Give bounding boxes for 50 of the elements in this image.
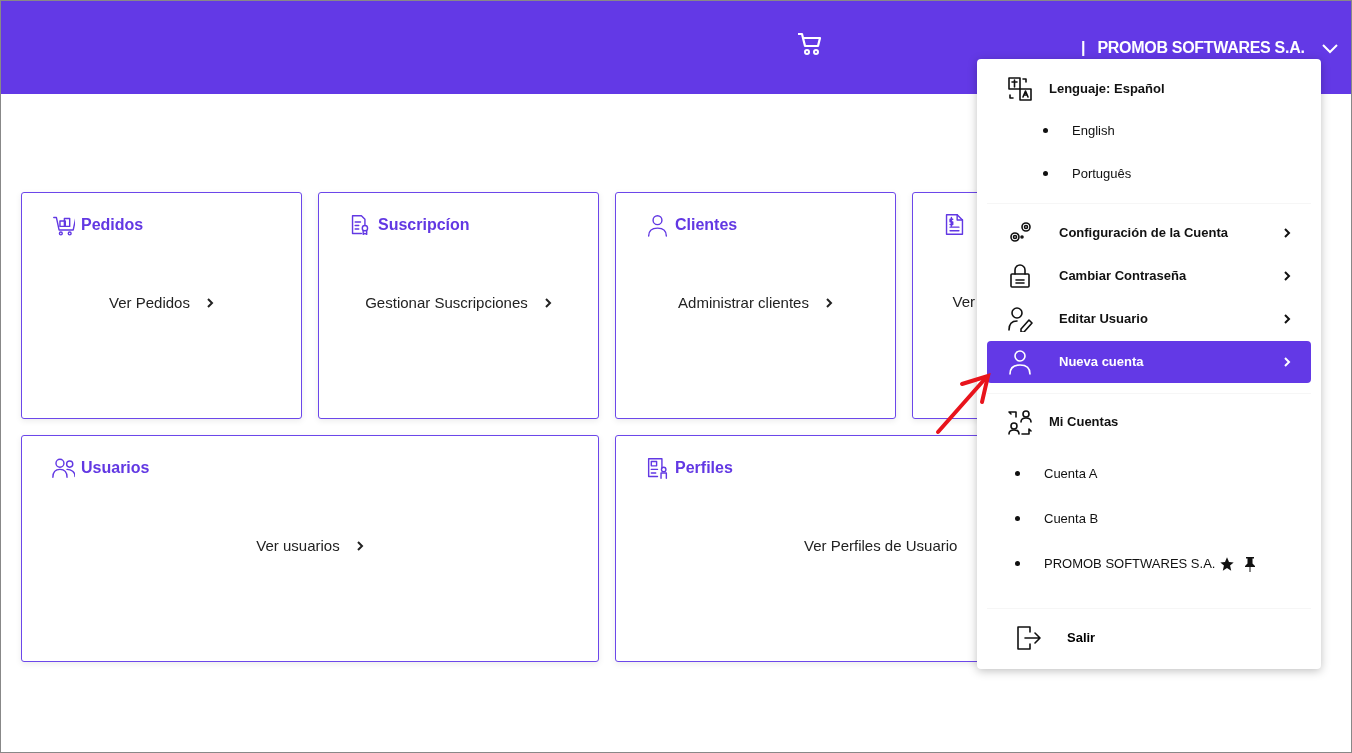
chevron-right-icon: [824, 296, 833, 309]
user-edit-icon: [1007, 306, 1033, 332]
card-link[interactable]: Ver: [952, 291, 975, 314]
company-name[interactable]: PROMOB SOFTWARES S.A.: [1097, 36, 1305, 60]
card-link[interactable]: Ver Pedidos: [109, 291, 214, 314]
card-link[interactable]: Ver usuarios: [256, 534, 364, 557]
bullet: [1043, 171, 1048, 176]
person-icon: [1007, 349, 1033, 375]
card-title: Perfiles: [675, 458, 733, 478]
chevron-right-icon: [355, 539, 364, 552]
chevron-right-icon: [1283, 313, 1291, 325]
chevron-right-icon: [1283, 356, 1291, 368]
card-link[interactable]: Administrar clientes: [678, 291, 833, 314]
menu-item[interactable]: Configuración de la Cuenta: [987, 212, 1311, 254]
chevron-icon[interactable]: [1320, 42, 1339, 54]
lock-icon: [1007, 263, 1033, 289]
account-option[interactable]: PROMOB SOFTWARES S.A.: [1044, 553, 1216, 574]
bullet: [1015, 561, 1020, 566]
people-icon: [52, 456, 75, 480]
menu-item[interactable]: Cambiar Contraseña: [987, 255, 1311, 297]
language-option[interactable]: Português: [1072, 163, 1132, 184]
card-title: Pedidos: [81, 215, 144, 235]
chevron-right-icon: [1283, 270, 1291, 282]
person-icon: [646, 213, 669, 237]
card-title: Suscripcíon: [378, 215, 470, 235]
account-option[interactable]: Cuenta B: [1044, 508, 1099, 529]
card-link[interactable]: Gestionar Suscripciones: [365, 291, 552, 314]
switch-accounts-icon: [1007, 409, 1033, 435]
account-option[interactable]: Cuenta A: [1044, 463, 1098, 484]
menu-item[interactable]: Editar Usuario: [987, 298, 1311, 340]
card-title: Usuarios: [81, 458, 150, 478]
profile-icon: [646, 456, 669, 480]
menu-item[interactable]: Nueva cuenta: [987, 341, 1311, 383]
separator: |: [1081, 38, 1086, 58]
translate-icon: [1007, 76, 1033, 102]
language-option[interactable]: English: [1072, 120, 1115, 141]
logout-icon: [1015, 625, 1041, 651]
bullet: [1043, 128, 1048, 133]
bullet: [1015, 516, 1020, 521]
language-label: Lenguaje: Español: [1049, 80, 1165, 99]
bullet: [1015, 471, 1020, 476]
card-title: Clientes: [675, 215, 738, 235]
chevron-right-icon: [1283, 227, 1291, 239]
logout-link[interactable]: Salir: [1067, 628, 1096, 648]
card-link[interactable]: Ver Perfiles de Usuario: [804, 534, 958, 557]
section-label: Mi Cuentas: [1049, 413, 1119, 432]
chevron-right-icon: [543, 296, 552, 309]
invoice-icon: [943, 213, 966, 236]
cart-icon[interactable]: [797, 31, 823, 57]
chevron-right-icon: [205, 296, 214, 309]
